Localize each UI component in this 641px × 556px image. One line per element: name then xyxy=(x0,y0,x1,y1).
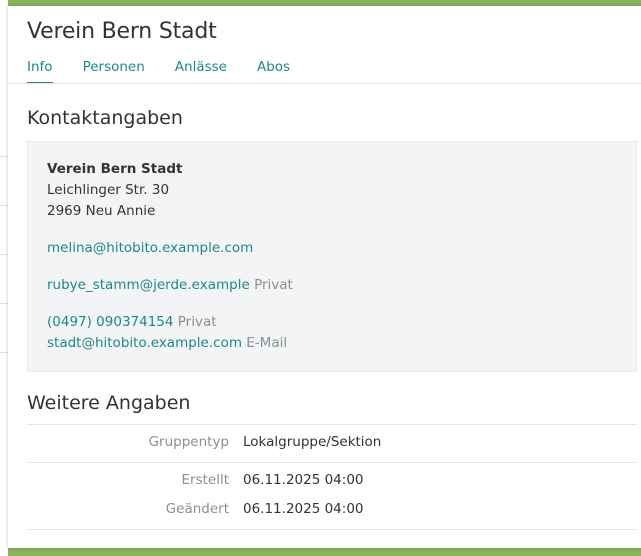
divider xyxy=(27,462,637,463)
contact-section-title: Kontaktangaben xyxy=(27,107,183,129)
updated-value: 06.11.2025 04:00 xyxy=(243,501,364,517)
tab-personen[interactable]: Personen xyxy=(83,59,145,75)
background-page xyxy=(0,0,8,556)
divider xyxy=(27,424,637,425)
additional-email-link[interactable]: rubye_stamm@jerde.example xyxy=(47,277,250,293)
tab-divider xyxy=(8,83,641,84)
social-email-link[interactable]: stadt@hitobito.example.com xyxy=(47,335,242,351)
created-label: Erstellt xyxy=(181,472,229,488)
contact-card: Verein Bern Stadt Leichlinger Str. 30 29… xyxy=(27,141,637,372)
additional-email-label: Privat xyxy=(254,277,293,293)
divider xyxy=(0,156,8,157)
tab-bar: Info Personen Anlässe Abos xyxy=(27,59,290,84)
social-email-row: stadt@hitobito.example.com E-Mail xyxy=(47,335,287,351)
updated-label: Geändert xyxy=(165,501,229,517)
additional-email-row: rubye_stamm@jerde.example Privat xyxy=(47,277,293,293)
phone-row: (0497) 090374154 Privat xyxy=(47,314,217,330)
divider xyxy=(0,254,8,255)
contact-city: 2969 Neu Annie xyxy=(47,203,156,219)
details-section-title: Weitere Angaben xyxy=(27,392,191,414)
contact-name: Verein Bern Stadt xyxy=(47,161,183,177)
divider xyxy=(0,352,8,353)
contact-street: Leichlinger Str. 30 xyxy=(47,182,170,198)
group-type-value: Lokalgruppe/Sektion xyxy=(243,434,382,450)
page-title: Verein Bern Stadt xyxy=(27,19,217,44)
created-value: 06.11.2025 04:00 xyxy=(243,472,364,488)
divider xyxy=(0,303,8,304)
tab-info[interactable]: Info xyxy=(27,59,53,84)
group-detail-panel: Verein Bern Stadt Info Personen Anlässe … xyxy=(8,6,641,548)
divider xyxy=(27,529,637,530)
main-email-link[interactable]: melina@hitobito.example.com xyxy=(47,240,253,256)
group-type-label: Gruppentyp xyxy=(148,434,229,450)
divider xyxy=(0,205,8,206)
main-email-row: melina@hitobito.example.com xyxy=(47,240,253,256)
social-email-label: E-Mail xyxy=(246,335,288,351)
tab-abos[interactable]: Abos xyxy=(257,59,290,75)
phone-label: Privat xyxy=(177,314,217,330)
tab-anlaesse[interactable]: Anlässe xyxy=(175,59,227,75)
phone-link[interactable]: (0497) 090374154 xyxy=(47,314,173,330)
